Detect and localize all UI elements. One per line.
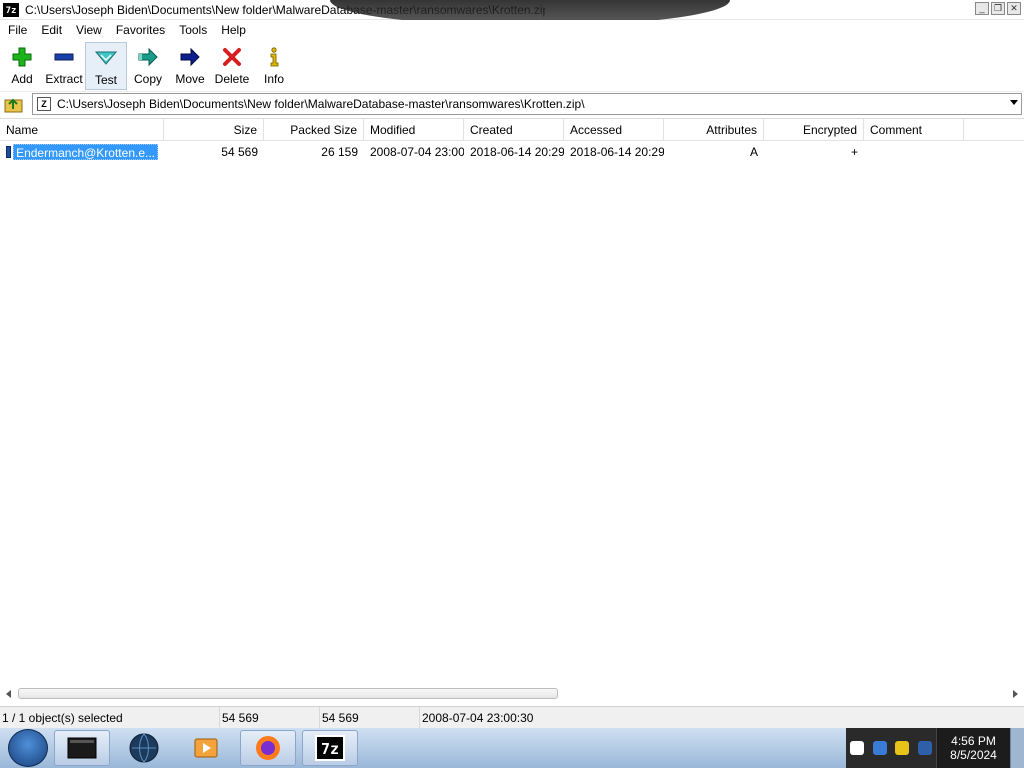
column-name[interactable]: Name [0, 119, 164, 141]
menu-tools[interactable]: Tools [174, 23, 212, 37]
status-selected: 1 / 1 object(s) selected [0, 706, 220, 729]
row-modified: 2008-07-04 23:00 [370, 145, 464, 159]
column-created[interactable]: Created [464, 119, 564, 141]
taskbar-app-firefox[interactable] [240, 730, 296, 766]
list-header: Name Size Packed Size Modified Created A… [0, 119, 1024, 141]
copy-label: Copy [133, 72, 162, 86]
scroll-left-icon[interactable] [6, 690, 11, 698]
status-bar: 1 / 1 object(s) selected 54 569 54 569 2… [0, 706, 1024, 729]
copy-arrow-icon [136, 46, 160, 68]
tray-volume-icon[interactable] [917, 741, 932, 755]
window-controls: _ ❐ ✕ [975, 2, 1021, 15]
move-button[interactable]: Move [169, 42, 211, 90]
scroll-right-icon[interactable] [1013, 690, 1018, 698]
test-label: Test [94, 73, 117, 87]
7zip-icon: 7z [315, 735, 345, 761]
clock-time: 4:56 PM [951, 734, 996, 748]
restore-button[interactable]: ❐ [991, 2, 1005, 15]
minimize-button[interactable]: _ [975, 2, 989, 15]
tray-warning-icon[interactable] [895, 741, 910, 755]
info-label: Info [263, 72, 284, 86]
show-desktop-button[interactable] [1010, 728, 1024, 768]
tray-flag-icon[interactable] [850, 741, 865, 755]
clock[interactable]: 4:56 PM 8/5/2024 [936, 728, 1010, 768]
column-size[interactable]: Size [164, 119, 264, 141]
row-size: 54 569 [221, 145, 258, 159]
taskbar-app-7zip[interactable]: 7z [302, 730, 358, 766]
zip-archive-icon: Z [37, 97, 51, 111]
row-packed-size: 26 159 [321, 145, 358, 159]
column-comment[interactable]: Comment [864, 119, 964, 141]
7zip-app-icon[interactable]: 7z [3, 2, 19, 17]
horizontal-scrollbar[interactable] [0, 686, 1024, 702]
path-combobox[interactable]: Z C:\Users\Joseph Biden\Documents\New fo… [32, 93, 1022, 115]
extract-button[interactable]: Extract [43, 42, 85, 90]
column-modified[interactable]: Modified [364, 119, 464, 141]
taskbar: 7z 4:56 PM 8/5/2024 [0, 728, 1024, 768]
menu-help[interactable]: Help [216, 23, 251, 37]
column-packed-size[interactable]: Packed Size [264, 119, 364, 141]
path-text: C:\Users\Joseph Biden\Documents\New fold… [57, 97, 585, 111]
status-packed: 54 569 [320, 706, 420, 729]
extract-label: Extract [45, 72, 83, 86]
close-button[interactable]: ✕ [1007, 2, 1021, 15]
delete-x-icon [220, 46, 244, 68]
plus-icon [10, 46, 34, 68]
clock-date: 8/5/2024 [950, 748, 997, 762]
column-accessed[interactable]: Accessed [564, 119, 664, 141]
scroll-thumb[interactable] [18, 688, 558, 699]
folder-up-button[interactable] [2, 93, 26, 115]
info-icon [262, 46, 286, 68]
status-size: 54 569 [220, 706, 320, 729]
start-button[interactable] [8, 729, 48, 767]
row-encrypted: + [850, 145, 858, 159]
row-accessed: 2018-06-14 20:29 [570, 145, 664, 159]
tray-icons [846, 728, 936, 768]
row-created: 2018-06-14 20:29 [470, 145, 564, 159]
info-button[interactable]: Info [253, 42, 295, 90]
row-comment [864, 141, 964, 163]
address-bar: Z C:\Users\Joseph Biden\Documents\New fo… [0, 92, 1024, 116]
test-button[interactable]: Test [85, 42, 127, 90]
system-tray: 4:56 PM 8/5/2024 [846, 728, 1024, 768]
move-arrow-icon [178, 46, 202, 68]
delete-button[interactable]: Delete [211, 42, 253, 90]
add-button[interactable]: Add [1, 42, 43, 90]
status-modified: 2008-07-04 23:00:30 [422, 710, 534, 725]
file-list[interactable]: Name Size Packed Size Modified Created A… [0, 118, 1024, 686]
check-down-icon [94, 47, 118, 69]
folder-up-icon [4, 98, 23, 113]
taskbar-app-globe[interactable] [116, 730, 172, 766]
column-attributes[interactable]: Attributes [664, 119, 764, 141]
table-row[interactable]: Endermanch@Krotten.e... 54 569 26 159 20… [0, 141, 1024, 163]
chevron-down-icon[interactable] [1010, 100, 1018, 105]
add-label: Add [11, 72, 33, 86]
menu-edit[interactable]: Edit [36, 23, 67, 37]
taskbar-app-media[interactable] [178, 730, 234, 766]
move-label: Move [175, 72, 205, 86]
executable-file-icon [6, 146, 12, 158]
menu-favorites[interactable]: Favorites [111, 23, 170, 37]
row-name-cell[interactable]: Endermanch@Krotten.e... [0, 141, 164, 163]
media-player-icon [194, 738, 218, 758]
menu-file[interactable]: File [3, 23, 32, 37]
column-encrypted[interactable]: Encrypted [764, 119, 864, 141]
row-name[interactable]: Endermanch@Krotten.e... [13, 144, 158, 160]
minus-icon [52, 46, 76, 68]
taskbar-app-terminal[interactable] [54, 730, 110, 766]
toolbar: Add Extract Test Copy Move Delete Info [0, 40, 1024, 92]
tray-network-icon[interactable] [872, 741, 887, 755]
globe-icon [129, 733, 159, 763]
row-attributes: A [749, 145, 758, 159]
title-bar: 7z C:\Users\Joseph Biden\Documents\New f… [0, 0, 1024, 26]
terminal-icon [67, 737, 97, 759]
menu-view[interactable]: View [71, 23, 107, 37]
menu-bar: File Edit View Favorites Tools Help [0, 20, 1024, 40]
delete-label: Delete [214, 72, 250, 86]
firefox-icon [256, 736, 280, 760]
copy-button[interactable]: Copy [127, 42, 169, 90]
